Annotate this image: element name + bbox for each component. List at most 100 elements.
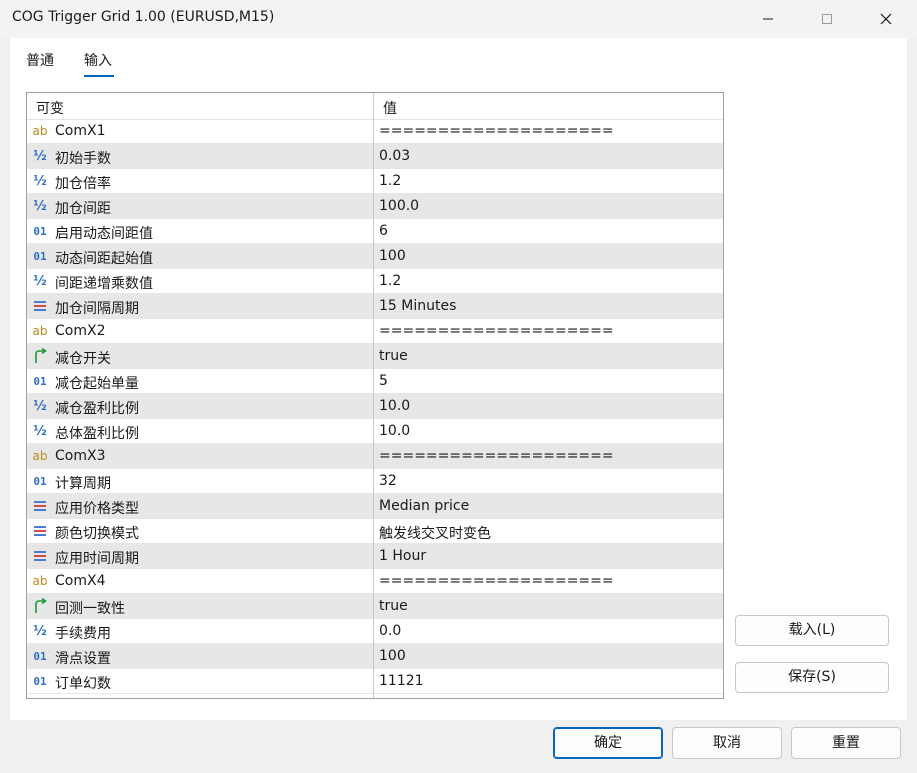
variable-value[interactable]: true (379, 348, 408, 364)
variable-value[interactable]: ==================== (379, 323, 614, 339)
bool-type-icon (31, 347, 49, 365)
tab-general[interactable]: 普通 (26, 52, 54, 74)
table-row[interactable]: ab ComX4 ==================== (27, 569, 723, 594)
active-tab-indicator (84, 75, 114, 77)
table-row[interactable]: 01 启用动态间距值 6 (27, 219, 723, 244)
table-row[interactable]: 01 减仓起始单量 5 (27, 369, 723, 394)
table-row[interactable]: ½ 手续费用 0.0 (27, 619, 723, 644)
variable-name: 加仓间距 (55, 201, 111, 217)
variable-name: 减仓起始单量 (55, 376, 139, 392)
variable-value[interactable]: 10.0 (379, 398, 410, 414)
close-icon (880, 13, 892, 25)
variable-value[interactable]: 0.0 (379, 623, 401, 639)
tab-general-label: 普通 (26, 53, 54, 69)
window-title: COG Trigger Grid 1.00 (EURUSD,M15) (12, 9, 275, 25)
close-button[interactable] (863, 0, 909, 38)
table-row[interactable]: ½ 加仓倍率 1.2 (27, 169, 723, 194)
variable-value[interactable]: 6 (379, 223, 388, 239)
cancel-button[interactable]: 取消 (672, 727, 782, 759)
column-header-value[interactable]: 值 (383, 98, 397, 118)
enum-type-icon (31, 297, 49, 315)
integer-type-icon: 01 (33, 649, 47, 663)
variable-name: 回测一致性 (55, 601, 125, 617)
variable-value[interactable]: 100 (379, 248, 406, 264)
table-row[interactable]: ½ 加仓间距 100.0 (27, 194, 723, 219)
table-row[interactable]: 01 滑点设置 100 (27, 644, 723, 669)
variable-value[interactable]: 32 (379, 473, 397, 489)
variable-name: 应用价格类型 (55, 501, 139, 517)
variable-name: 总体盈利比例 (55, 426, 139, 442)
table-row[interactable]: 01 计算周期 32 (27, 469, 723, 494)
load-button[interactable]: 载入(L) (735, 615, 889, 646)
double-type-icon: ½ (33, 398, 47, 414)
table-row[interactable]: ab ComX3 ==================== (27, 444, 723, 469)
table-row[interactable]: ½ 总体盈利比例 10.0 (27, 419, 723, 444)
variable-name: 启用动态间距值 (55, 226, 153, 242)
variable-value[interactable]: 1.2 (379, 273, 401, 289)
variable-name: ComX1 (55, 123, 106, 139)
double-type-icon: ½ (33, 273, 47, 289)
variable-value[interactable]: 15 Minutes (379, 298, 456, 314)
table-row[interactable]: 加仓间隔周期 15 Minutes (27, 294, 723, 319)
table-row[interactable]: ab ComX2 ==================== (27, 319, 723, 344)
table-row[interactable]: ab ComX1 ==================== (27, 119, 723, 144)
variable-value[interactable]: 5 (379, 373, 388, 389)
table-row[interactable]: 应用价格类型 Median price (27, 494, 723, 519)
variable-value[interactable]: ==================== (379, 448, 614, 464)
string-type-icon: ab (32, 124, 48, 138)
string-type-icon: ab (32, 324, 48, 338)
save-button[interactable]: 保存(S) (735, 662, 889, 693)
inputs-grid[interactable]: 可变 值 ab ComX1 ==================== ½ 初始手数 0.0… (26, 92, 724, 699)
variable-value[interactable]: Median price (379, 498, 469, 514)
ok-button[interactable]: 确定 (553, 727, 663, 759)
string-type-icon: ab (32, 449, 48, 463)
enum-type-icon (31, 522, 49, 540)
variable-value[interactable]: true (379, 598, 408, 614)
tab-inputs[interactable]: 输入 (84, 52, 114, 77)
string-type-icon: ab (32, 574, 48, 588)
variable-value[interactable]: 0.03 (379, 148, 410, 164)
maximize-button[interactable] (804, 0, 850, 38)
integer-type-icon: 01 (33, 224, 47, 238)
table-row[interactable]: 01 订单幻数 11121 (27, 669, 723, 694)
table-row[interactable]: 回测一致性 true (27, 594, 723, 619)
table-row[interactable]: 应用时间周期 1 Hour (27, 544, 723, 569)
variable-value[interactable]: 11121 (379, 673, 424, 689)
variable-name: 初始手数 (55, 151, 111, 167)
variable-value[interactable]: 100 (379, 648, 406, 664)
title-bar: COG Trigger Grid 1.00 (EURUSD,M15) (0, 0, 917, 38)
grid-header: 可变 值 (27, 93, 723, 120)
variable-name: 减仓开关 (55, 351, 111, 367)
variable-value[interactable]: 100.0 (379, 198, 419, 214)
variable-value[interactable]: 触发线交叉时变色 (379, 523, 491, 543)
variable-name: 减仓盈利比例 (55, 401, 139, 417)
reset-button[interactable]: 重置 (791, 727, 901, 759)
table-row[interactable]: ½ 初始手数 0.03 (27, 144, 723, 169)
table-row[interactable]: 颜色切换模式 触发线交叉时变色 (27, 519, 723, 544)
variable-value[interactable]: 10.0 (379, 423, 410, 439)
variable-value[interactable]: ==================== (379, 123, 614, 139)
table-row[interactable]: ½ 减仓盈利比例 10.0 (27, 394, 723, 419)
variable-value[interactable]: ==================== (379, 573, 614, 589)
column-header-variable[interactable]: 可变 (36, 98, 64, 118)
double-type-icon: ½ (33, 173, 47, 189)
double-type-icon: ½ (33, 423, 47, 439)
integer-type-icon: 01 (33, 249, 47, 263)
minimize-button[interactable] (745, 0, 791, 38)
variable-name: ComX3 (55, 448, 106, 464)
variable-name: 订单幻数 (55, 676, 111, 692)
dialog-body: 普通 输入 可变 值 ab ComX1 ==================== ½ 初… (10, 38, 907, 720)
double-type-icon: ½ (33, 148, 47, 164)
column-divider[interactable] (373, 93, 374, 698)
variable-name: 滑点设置 (55, 651, 111, 667)
table-row[interactable]: ½ 间距递增乘数值 1.2 (27, 269, 723, 294)
table-row[interactable]: 减仓开关 true (27, 344, 723, 369)
double-type-icon: ½ (33, 623, 47, 639)
table-row[interactable]: 01 动态间距起始值 100 (27, 244, 723, 269)
bool-type-icon (31, 597, 49, 615)
variable-name: 应用时间周期 (55, 551, 139, 567)
variable-value[interactable]: 1.2 (379, 173, 401, 189)
variable-value[interactable]: 1 Hour (379, 548, 426, 564)
integer-type-icon: 01 (33, 674, 47, 688)
double-type-icon: ½ (33, 198, 47, 214)
